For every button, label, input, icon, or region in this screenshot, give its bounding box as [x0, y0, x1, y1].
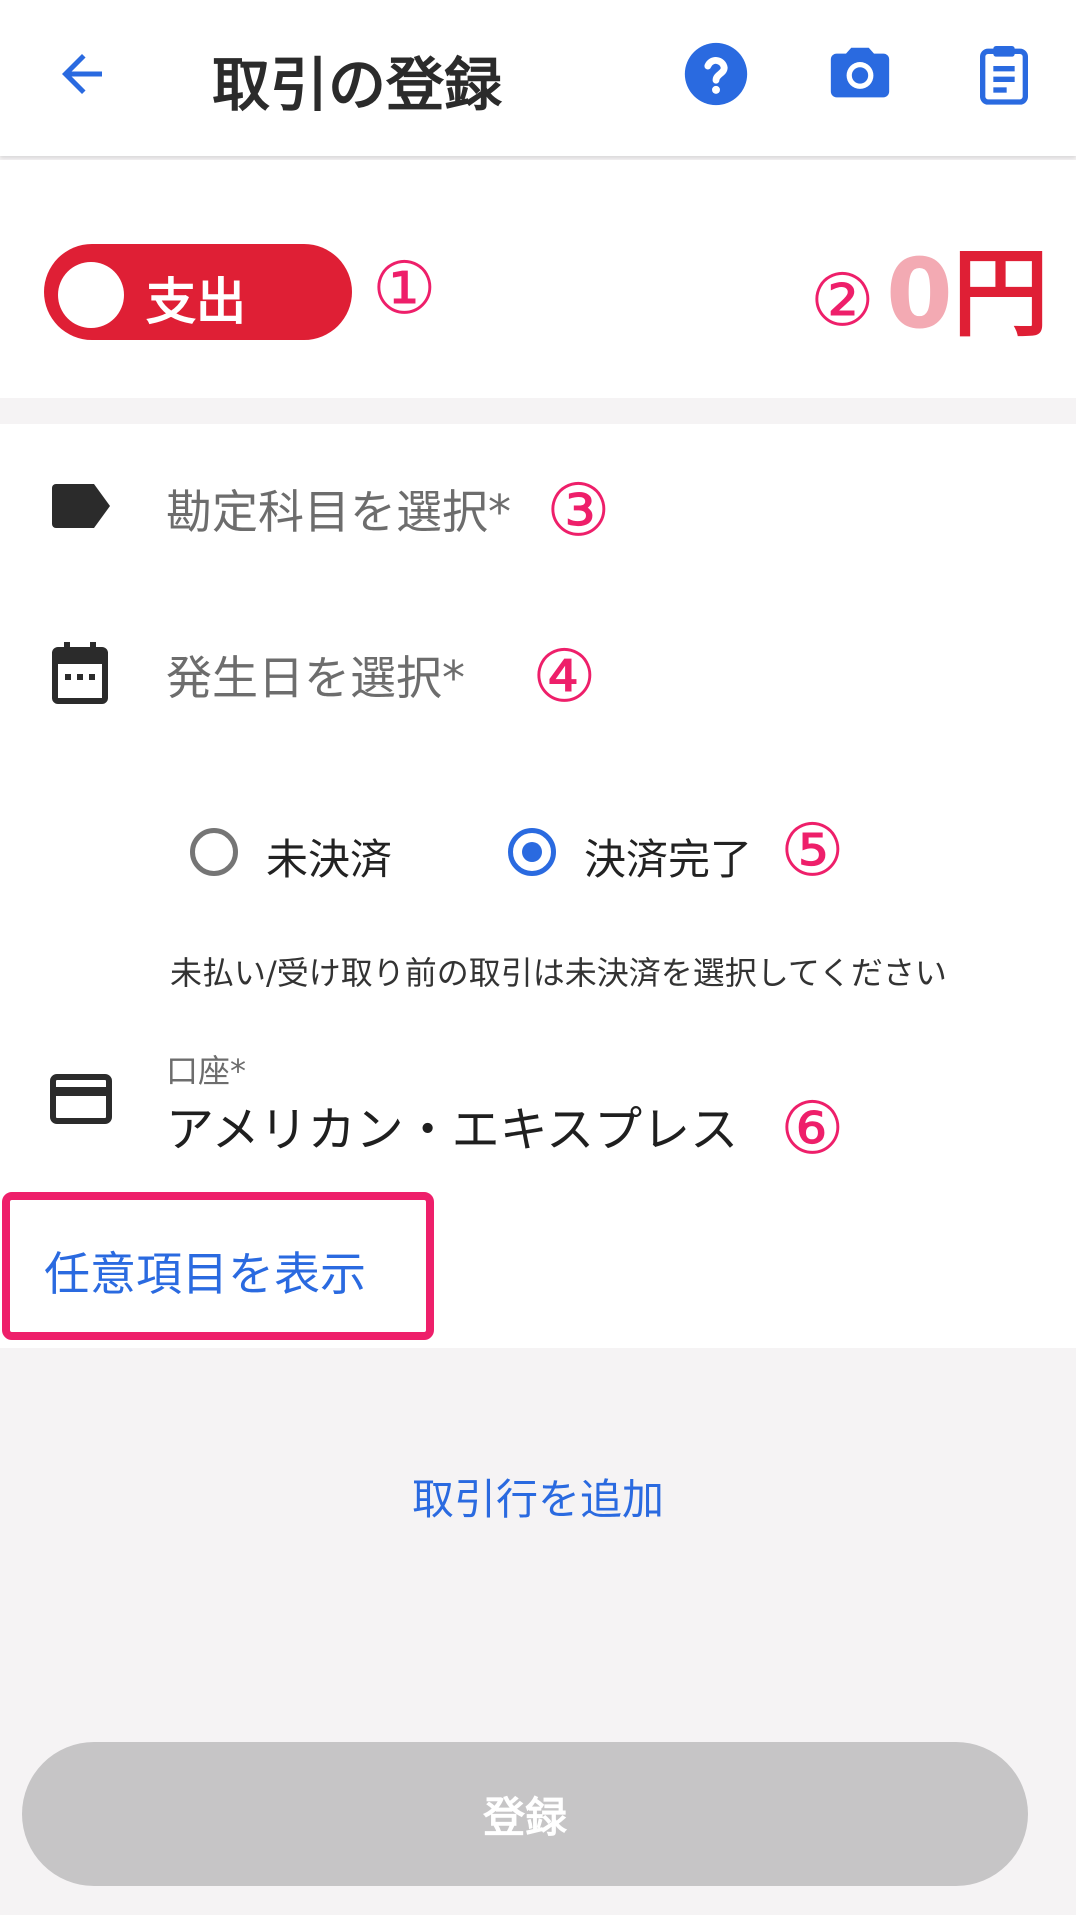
- amount-display[interactable]: 0円: [886, 246, 1049, 342]
- tag-icon: [52, 484, 110, 528]
- unsettled-label[interactable]: 未決済: [266, 826, 392, 887]
- marker-5: ⑤: [780, 808, 845, 892]
- calendar-icon: [52, 642, 108, 704]
- show-optional-fields-link[interactable]: 任意項目を表示: [44, 1238, 366, 1304]
- marker-1: ①: [372, 246, 437, 330]
- marker-6: ⑥: [780, 1086, 845, 1170]
- help-icon: [684, 42, 748, 106]
- marker-3: ③: [546, 468, 611, 552]
- unsettled-radio[interactable]: [190, 828, 238, 876]
- credit-card-icon: [50, 1074, 112, 1124]
- toggle-label: 支出: [146, 273, 246, 331]
- settlement-hint: 未払い/受け取り前の取引は未決済を選択してください: [170, 954, 947, 992]
- arrow-back-icon: [62, 54, 102, 94]
- clipboard-icon: [980, 46, 1028, 105]
- settled-radio[interactable]: [508, 828, 556, 876]
- amount-unit: 円: [952, 238, 1049, 350]
- add-transaction-row-link[interactable]: 取引行を追加: [0, 1466, 1076, 1527]
- back-button[interactable]: [42, 34, 122, 114]
- register-button-label: 登録: [482, 1792, 567, 1842]
- toggle-knob[interactable]: [58, 262, 124, 328]
- date-field[interactable]: 発生日を選択*: [166, 642, 465, 708]
- account-select[interactable]: アメリカン・エキスプレス: [166, 1090, 738, 1160]
- clipboard-button[interactable]: [964, 34, 1044, 114]
- page-title: 取引の登録: [212, 51, 503, 119]
- camera-button[interactable]: [820, 34, 900, 114]
- register-button[interactable]: 登録: [22, 1742, 1028, 1886]
- marker-4: ④: [532, 634, 597, 718]
- amount-value: 0: [886, 238, 953, 350]
- account-label: 口座*: [166, 1052, 247, 1090]
- app-header: [0, 0, 1076, 156]
- camera-icon: [830, 47, 890, 98]
- help-button[interactable]: [676, 34, 756, 114]
- settled-label[interactable]: 決済完了: [584, 826, 752, 887]
- marker-2: ②: [810, 258, 875, 342]
- account-item-field[interactable]: 勘定科目を選択*: [166, 476, 511, 542]
